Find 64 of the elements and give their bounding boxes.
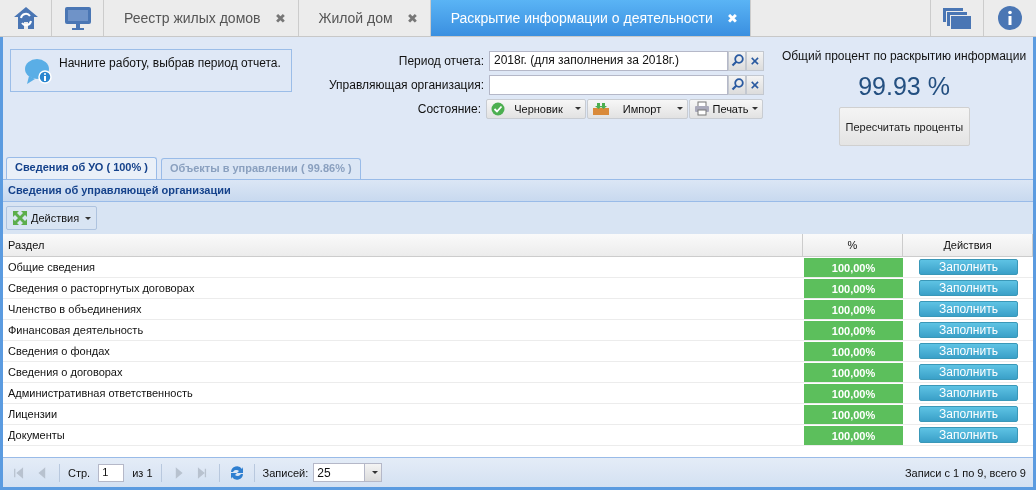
percent-cell: 100,00% [804,384,903,403]
table-cell-text: Общие сведения [7,260,97,275]
search-icon [730,78,744,91]
caret-icon [85,216,92,220]
state-button[interactable]: Черновик [486,98,586,119]
info-icon [997,5,1023,31]
percent-cell: 100,00% [804,300,903,319]
percent-cell: 100,00% [804,363,903,382]
clear-button[interactable]: × [746,50,764,71]
organization-field[interactable] [489,74,728,95]
total-percent: 99.93 % [858,72,950,101]
caret-icon [677,107,683,110]
clear-button[interactable]: × [746,74,764,95]
percent-cell: 100,00% [804,405,903,424]
page-field[interactable]: 1 [98,463,125,482]
percent-cell: 100,00% [804,258,903,277]
percent-cell: 100,00% [804,321,903,340]
field-label: Период отчета: [398,53,484,68]
tab[interactable]: Сведения об УО ( 100% ) [6,157,157,179]
tab[interactable]: Жилой дом ✖ [298,0,431,36]
box-icon [592,101,610,116]
print-button[interactable]: Печать [689,98,763,119]
search-button[interactable] [728,74,746,95]
table-cell-text: Документы [7,428,66,443]
table-cell-text: Сведения о расторгнутых договорах [7,281,196,296]
check-icon [491,101,505,116]
percent-cell: 100,00% [804,279,903,298]
column-header[interactable]: Действия [903,234,1033,256]
search-button[interactable] [728,50,746,71]
period-field[interactable]: 2018г. (для заполнения за 2018г.) [489,50,728,71]
table-cell-text: Административная ответственность [7,386,194,401]
table-cell-text: Сведения о договорах [7,365,124,380]
table-cell-text: Лицензии [7,407,59,422]
percent-cell: 100,00% [804,426,903,445]
caret-icon [752,107,758,110]
recalculate-button[interactable]: Пересчитать проценты [838,107,970,146]
import-button[interactable]: Импорт [587,98,688,119]
search-icon [730,54,744,67]
column-header[interactable]: Раздел [3,234,803,256]
panel-title: Сведения об управляющей организации [3,180,1033,202]
windows-icon [942,6,972,30]
arrows-icon [12,210,28,226]
field-label: Состояние: [417,101,481,116]
actions-button[interactable]: Действия [6,206,98,230]
field-label: Управляющая организация: [329,77,484,92]
caret-icon [575,107,581,110]
table-cell-text: Сведения о фондах [7,344,111,359]
page-size-select[interactable]: 25 [313,463,383,482]
tab[interactable]: Раскрытие информации о деятельности ✖ [430,0,751,36]
close-icon[interactable]: ✖ [406,10,418,26]
printer-icon [694,101,710,116]
page-label: Стр. [68,466,91,479]
page-count: из 1 [132,466,153,479]
info-text: Начните работу, выбрав период отчета. [59,56,281,70]
page-size-label: Записей: [262,466,309,479]
table-cell-text: Финансовая деятельность [7,323,145,338]
tab[interactable]: Реестр жилых домов ✖ [104,0,299,36]
records-summary: Записи с 1 по 9, всего 9 [904,466,1026,479]
column-header[interactable]: % [803,234,903,256]
monitor-icon [63,5,92,31]
summary-title: Общий процент по раскрытию информации [781,49,1027,63]
table-cell-text: Членство в объединениях [7,302,143,317]
close-icon[interactable]: ✖ [274,10,286,26]
percent-cell: 100,00% [804,342,903,361]
